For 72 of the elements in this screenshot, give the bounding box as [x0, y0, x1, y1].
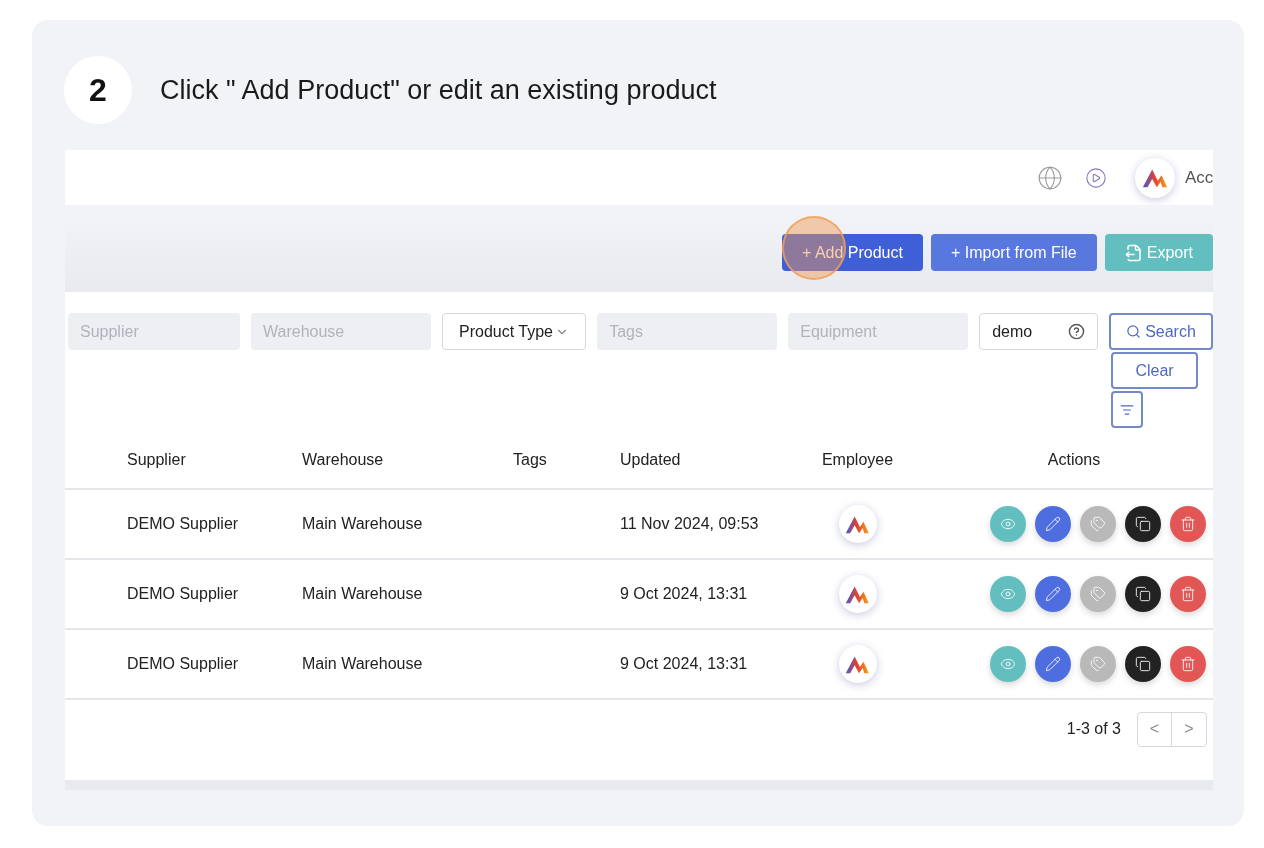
pencil-icon [1045, 586, 1061, 602]
table-cell-text: Main Warehouse [302, 654, 423, 674]
play-icon[interactable] [1085, 166, 1107, 189]
view-button[interactable] [990, 506, 1026, 542]
table-cell-text: DEMO Supplier [127, 584, 239, 604]
tags-icon [1090, 656, 1106, 672]
help-icon [1068, 323, 1085, 340]
export-icon [1124, 243, 1143, 262]
filter-button[interactable] [1111, 391, 1143, 428]
avatar [838, 645, 877, 683]
delete-button[interactable] [1170, 646, 1206, 682]
copy-icon [1135, 586, 1151, 602]
eye-icon [1000, 586, 1016, 602]
prev-page-button[interactable]: < [1138, 712, 1172, 746]
next-page-button[interactable]: > [1172, 712, 1206, 746]
tags-button[interactable] [1080, 576, 1116, 612]
column-header: Actions [1047, 450, 1101, 470]
table-cell-text: Main Warehouse [302, 584, 423, 604]
tags-icon [1090, 516, 1106, 532]
add-product-button[interactable]: + Add Product [781, 234, 923, 271]
clear-button[interactable]: Clear [1111, 352, 1198, 389]
step-title: Click " Add Product" or edit an existing product [160, 73, 717, 107]
search-button[interactable]: Search [1109, 313, 1213, 350]
account-label[interactable]: Acc [1185, 164, 1213, 191]
avatar [1135, 157, 1175, 198]
globe-icon[interactable] [1037, 164, 1063, 191]
pencil-icon [1045, 656, 1061, 672]
pagination-range: 1-3 of 3 [1066, 719, 1121, 739]
column-header: Tags [513, 450, 548, 470]
avatar [838, 505, 877, 543]
filter-field[interactable]: Equipment [788, 313, 969, 350]
import-button[interactable]: + Import from File [930, 234, 1097, 271]
avatar [838, 575, 877, 613]
tags-button[interactable] [1080, 506, 1116, 542]
table-cell-text: DEMO Supplier [127, 514, 239, 534]
filter-field[interactable]: Supplier [68, 313, 240, 350]
filter-icon [1120, 402, 1134, 417]
trash-icon [1180, 516, 1196, 532]
column-header: Supplier [127, 450, 187, 470]
edit-button[interactable] [1035, 576, 1071, 612]
table-cell-text: 11 Nov 2024, 09:53 [620, 514, 759, 534]
view-button[interactable] [990, 576, 1026, 612]
table-cell-text: DEMO Supplier [127, 654, 239, 674]
view-button[interactable] [990, 646, 1026, 682]
copy-icon [1135, 516, 1151, 532]
delete-button[interactable] [1170, 576, 1206, 612]
eye-icon [1000, 656, 1016, 672]
product-type-select[interactable]: Product Type [442, 313, 587, 350]
trash-icon [1180, 586, 1196, 602]
column-header: Employee [821, 450, 894, 470]
copy-button[interactable] [1125, 646, 1161, 682]
trash-icon [1180, 656, 1196, 672]
filter-field[interactable]: Tags [597, 313, 778, 350]
tags-icon [1090, 586, 1106, 602]
eye-icon [1000, 516, 1016, 532]
filter-field[interactable]: Warehouse [251, 313, 431, 350]
search-icon [1126, 324, 1142, 339]
copy-button[interactable] [1125, 576, 1161, 612]
table-cell-text: 9 Oct 2024, 13:31 [620, 654, 748, 674]
column-header: Updated [620, 450, 682, 470]
table-cell-text: Main Warehouse [302, 514, 423, 534]
copy-icon [1135, 656, 1151, 672]
pencil-icon [1045, 516, 1061, 532]
edit-button[interactable] [1035, 646, 1071, 682]
tags-button[interactable] [1080, 646, 1116, 682]
table-cell-text: 9 Oct 2024, 13:31 [620, 584, 748, 604]
search-field[interactable]: demo [979, 313, 1098, 350]
copy-button[interactable] [1125, 506, 1161, 542]
step-number: 2 [64, 56, 132, 124]
edit-button[interactable] [1035, 506, 1071, 542]
column-header: Warehouse [302, 450, 385, 470]
delete-button[interactable] [1170, 506, 1206, 542]
